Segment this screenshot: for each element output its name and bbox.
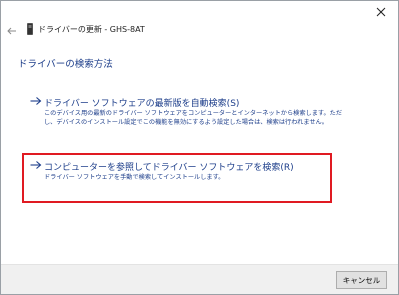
dialog-window [0, 0, 399, 295]
cancel-button[interactable]: キャンセル [336, 271, 387, 289]
back-arrow-icon [7, 27, 16, 35]
window-title: ドライバーの更新 - GHS-8AT [38, 25, 145, 34]
arrow-right-icon [30, 97, 42, 105]
auto-search-title: ドライバー ソフトウェアの最新版を自動検索(S) [44, 99, 240, 109]
auto-search-description: このデバイス用の最新のドライバー ソフトウェアをコンピューターとインターネットか… [44, 110, 343, 126]
auto-search-option[interactable]: ドライバー ソフトウェアの最新版を自動検索(S) このデバイス用の最新のドライバ… [30, 96, 370, 136]
close-icon [376, 7, 386, 17]
browse-computer-title: コンピューターを参照してドライバー ソフトウェアを検索(R) [44, 163, 294, 173]
arrow-right-icon [30, 161, 42, 169]
page-heading: ドライバーの検索方法 [18, 59, 113, 70]
browse-computer-description: ドライバー ソフトウェアを手動で検索してインストールします。 [44, 174, 225, 181]
close-button[interactable] [371, 4, 391, 20]
browse-computer-option[interactable]: コンピューターを参照してドライバー ソフトウェアを検索(R) ドライバー ソフト… [30, 160, 370, 190]
device-icon [27, 23, 33, 35]
back-button[interactable] [6, 25, 18, 37]
